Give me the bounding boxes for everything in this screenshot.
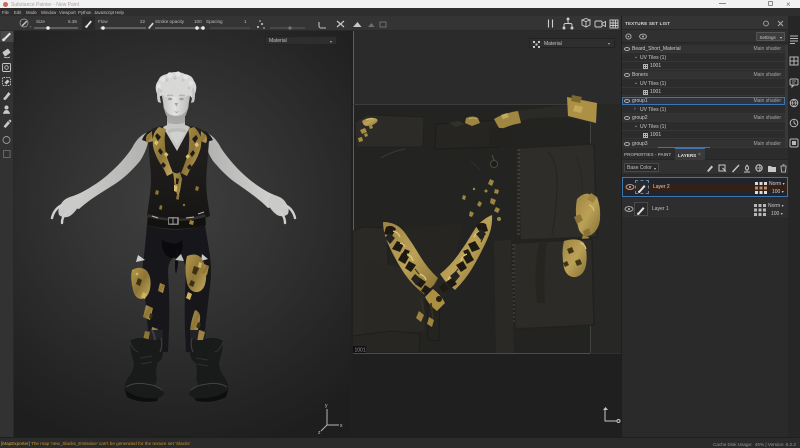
- svg-text:1001: 1001: [355, 348, 366, 354]
- svg-text:z: z: [318, 430, 321, 436]
- svg-text:y: y: [325, 403, 328, 409]
- svg-text:x: x: [340, 423, 343, 429]
